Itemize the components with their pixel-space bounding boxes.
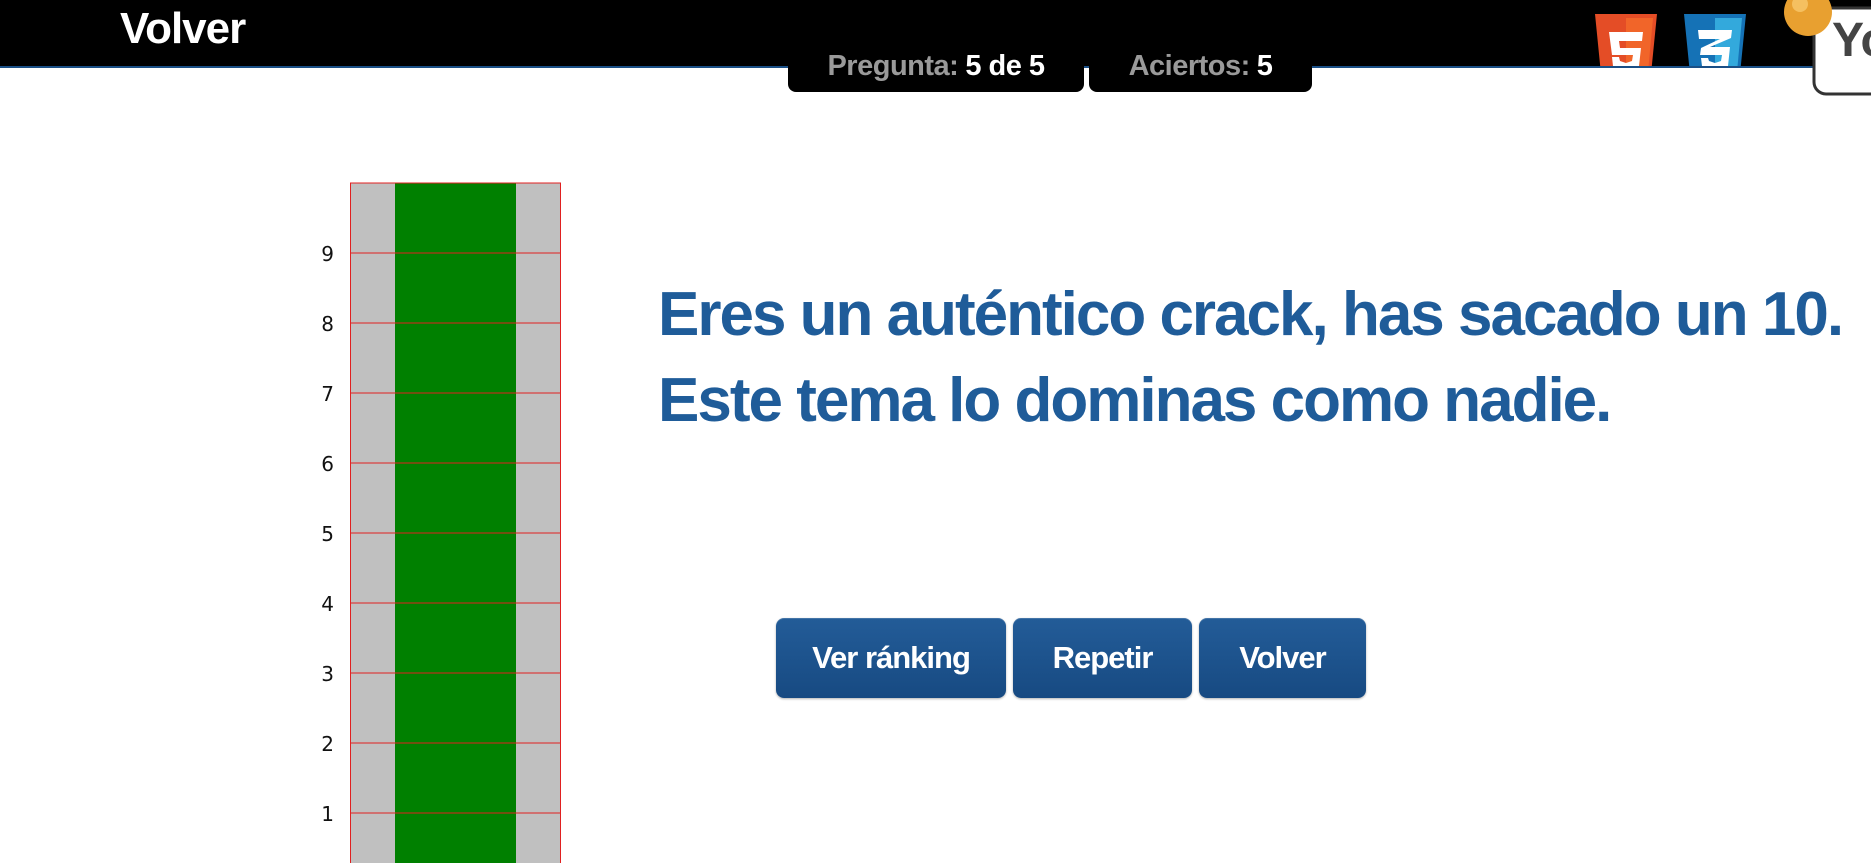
question-counter: Pregunta: 5 de 5 bbox=[788, 40, 1084, 92]
y-tick-label: 9 bbox=[321, 242, 334, 266]
view-ranking-button[interactable]: Ver ránking bbox=[776, 618, 1006, 698]
hits-counter-label: Aciertos: bbox=[1128, 49, 1251, 82]
result-message: Eres un auténtico crack, has sacado un 1… bbox=[658, 280, 1844, 435]
y-tick-label: 2 bbox=[321, 732, 334, 756]
svg-text:Yo: Yo bbox=[1832, 14, 1871, 67]
site-logo-icon: Yo bbox=[1778, 0, 1871, 98]
y-tick-label: 1 bbox=[321, 802, 334, 826]
question-counter-label: Pregunta: bbox=[827, 49, 959, 82]
css3-logo-icon bbox=[1680, 14, 1750, 66]
score-chart-svg: 1 2 3 4 5 6 7 8 9 bbox=[321, 182, 561, 863]
y-tick-label: 4 bbox=[321, 592, 334, 616]
question-counter-value: 5 de 5 bbox=[965, 49, 1045, 82]
score-chart: 1 2 3 4 5 6 7 8 9 bbox=[300, 182, 564, 863]
hits-counter-value: 5 bbox=[1256, 49, 1273, 82]
back-button[interactable]: Volver bbox=[1199, 618, 1366, 698]
html5-logo-icon bbox=[1591, 14, 1661, 66]
y-tick-label: 7 bbox=[321, 382, 334, 406]
repeat-button[interactable]: Repetir bbox=[1013, 618, 1192, 698]
y-tick-label: 8 bbox=[321, 312, 334, 336]
hits-counter: Aciertos: 5 bbox=[1089, 40, 1312, 92]
score-bar bbox=[395, 183, 516, 863]
y-tick-label: 5 bbox=[321, 522, 334, 546]
y-tick-label: 6 bbox=[321, 452, 334, 476]
y-tick-label: 3 bbox=[321, 662, 334, 686]
back-link[interactable]: Volver bbox=[120, 4, 246, 54]
